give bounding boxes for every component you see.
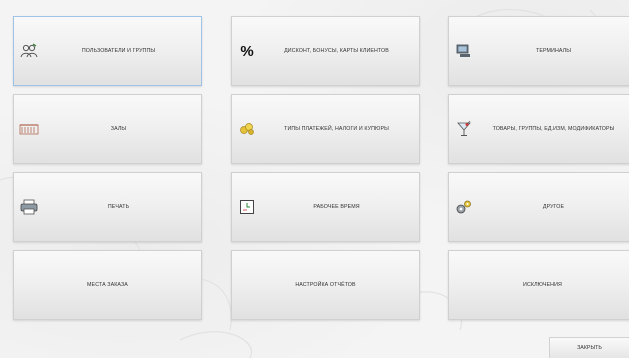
- users-groups-icon: [18, 40, 40, 62]
- coins-icon: [236, 118, 258, 140]
- halls-icon: [18, 118, 40, 140]
- tile-label: ТОВАРЫ, ГРУППЫ, ЕД.ИЗМ, МОДИФИКАТОРЫ: [492, 126, 615, 132]
- tile-label: ДИСКОНТ, БОНУСЫ, КАРТЫ КЛИЕНТОВ: [284, 48, 389, 54]
- tile-label: ТЕРМИНАЛЫ: [535, 48, 571, 54]
- tile-goods[interactable]: ТОВАРЫ, ГРУППЫ, ЕД.ИЗМ, МОДИФИКАТОРЫ: [448, 94, 629, 164]
- tile-label: ИСКЛЮЧЕНИЯ: [523, 282, 562, 288]
- tile-discounts[interactable]: % ДИСКОНТ, БОНУСЫ, КАРТЫ КЛИЕНТОВ: [231, 16, 420, 86]
- tile-label: ПЕЧАТЬ: [107, 204, 130, 210]
- tile-report-settings[interactable]: НАСТРОЙКА ОТЧЁТОВ: [231, 250, 420, 320]
- terminal-icon: [453, 40, 475, 62]
- tile-label: ДРУГОЕ: [542, 204, 565, 210]
- tile-other[interactable]: ДРУГОЕ: [448, 172, 629, 242]
- tile-label: ЗАЛЫ: [110, 126, 127, 132]
- close-button[interactable]: ЗАКРЫТЬ: [549, 337, 629, 358]
- percent-icon: %: [240, 42, 254, 60]
- tile-work-time[interactable]: РАБОЧЕЕ ВРЕМЯ: [231, 172, 420, 242]
- printer-icon: [18, 196, 40, 218]
- clock-icon: [236, 196, 258, 218]
- tile-order-places[interactable]: МЕСТА ЗАКАЗА: [13, 250, 202, 320]
- tile-label: РАБОЧЕЕ ВРЕМЯ: [313, 204, 360, 210]
- tile-label: НАСТРОЙКА ОТЧЁТОВ: [295, 282, 356, 288]
- tile-payments[interactable]: ТИПЫ ПЛАТЕЖЕЙ, НАЛОГИ И КУПЮРЫ: [231, 94, 420, 164]
- cocktail-icon: [453, 118, 475, 140]
- tile-terminals[interactable]: ТЕРМИНАЛЫ: [448, 16, 629, 86]
- tile-exceptions[interactable]: ИСКЛЮЧЕНИЯ: [448, 250, 629, 320]
- tile-print[interactable]: ПЕЧАТЬ: [13, 172, 202, 242]
- tile-label: ПОЛЬЗОВАТЕЛИ И ГРУППЫ: [81, 48, 156, 54]
- tile-label: МЕСТА ЗАКАЗА: [87, 282, 128, 288]
- tile-halls[interactable]: ЗАЛЫ: [13, 94, 202, 164]
- tile-users-groups[interactable]: ПОЛЬЗОВАТЕЛИ И ГРУППЫ: [13, 16, 202, 86]
- gears-icon: [453, 196, 475, 218]
- tile-label: ТИПЫ ПЛАТЕЖЕЙ, НАЛОГИ И КУПЮРЫ: [284, 126, 389, 132]
